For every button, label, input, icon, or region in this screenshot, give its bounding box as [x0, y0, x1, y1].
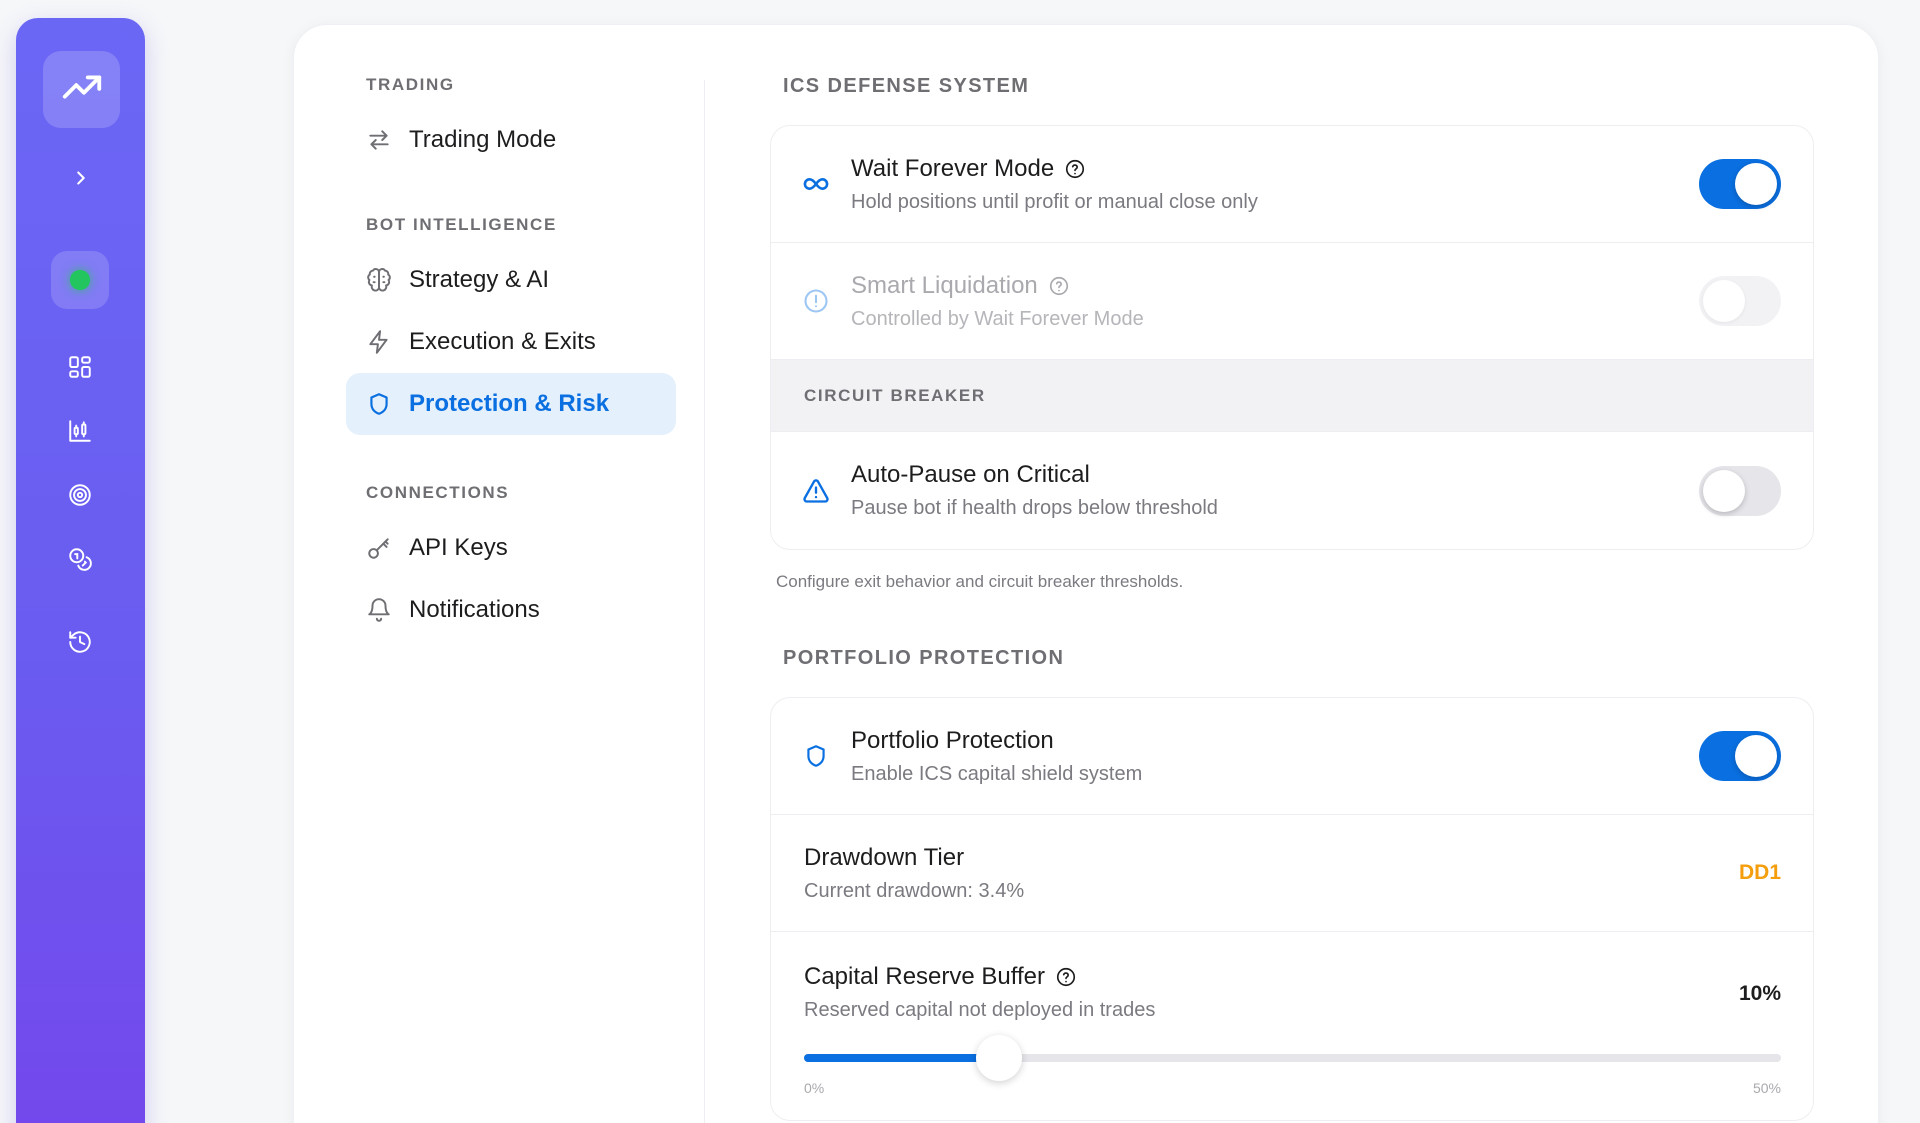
dashboard-grid-icon	[67, 354, 93, 385]
shield-icon	[365, 390, 393, 418]
slider-thumb[interactable]	[976, 1035, 1023, 1081]
nav-divider	[704, 80, 705, 1123]
toggle-knob	[1703, 469, 1745, 512]
setting-portfolio-protection: Portfolio Protection Enable ICS capital …	[771, 698, 1813, 815]
wait-forever-toggle[interactable]	[1699, 159, 1781, 209]
section-title-ics: ICS DEFENSE SYSTEM	[783, 75, 1030, 97]
shield-icon	[801, 741, 831, 771]
help-icon[interactable]	[1048, 275, 1070, 297]
nav-item-label: Trading Mode	[409, 126, 557, 153]
nav-item-label: Notifications	[409, 596, 540, 623]
ics-settings-group: Wait Forever Mode Hold positions until p…	[770, 125, 1814, 550]
nav-item-label: Protection & Risk	[409, 390, 610, 417]
nav-section-trading: TRADING	[366, 75, 455, 94]
capital-reserve-slider[interactable]	[804, 1035, 1781, 1081]
setting-subtitle: Pause bot if health drops below threshol…	[851, 497, 1218, 519]
trending-up-icon	[59, 64, 105, 115]
nav-item-strategy-ai[interactable]: Strategy & AI	[346, 249, 676, 311]
slider-max-label: 50%	[1752, 1080, 1781, 1096]
setting-title: Capital Reserve Buffer	[804, 963, 1046, 990]
nav-history[interactable]	[61, 625, 99, 663]
settings-card: TRADING Trading Mode BOT INTELLIGENCE St…	[293, 24, 1879, 1123]
setting-title: Auto-Pause on Critical	[851, 461, 1090, 488]
sidebar-expand-button[interactable]	[65, 164, 97, 196]
section-note: Configure exit behavior and circuit brea…	[776, 572, 1184, 591]
drawdown-tier-badge: DD1	[1738, 861, 1781, 884]
auto-pause-toggle[interactable]	[1699, 465, 1781, 516]
bot-status-indicator[interactable]	[51, 251, 109, 309]
setting-capital-reserve: Capital Reserve Buffer Reserved capital …	[771, 932, 1813, 1120]
brain-icon	[365, 266, 393, 294]
circuit-breaker-header: CIRCUIT BREAKER	[771, 360, 1813, 432]
chart-bars-icon	[67, 418, 93, 449]
settings-content: ICS DEFENSE SYSTEM Wait Forever Mode Hol…	[770, 75, 1814, 1121]
infinity-icon	[801, 169, 831, 199]
setting-subtitle: Enable ICS capital shield system	[851, 763, 1143, 785]
nav-targets[interactable]	[61, 478, 99, 516]
target-icon	[67, 482, 93, 513]
nav-item-api-keys[interactable]: API Keys	[346, 517, 676, 579]
smart-liquidation-toggle[interactable]	[1699, 276, 1781, 326]
setting-title: Drawdown Tier	[804, 844, 965, 871]
nav-section-connections: CONNECTIONS	[366, 483, 510, 502]
toggle-knob	[1703, 280, 1745, 322]
nav-item-protection-risk[interactable]: Protection & Risk	[346, 373, 676, 435]
setting-subtitle: Controlled by Wait Forever Mode	[851, 308, 1144, 330]
history-icon	[67, 629, 93, 660]
warning-triangle-icon	[801, 476, 831, 506]
nav-section-bot-intelligence: BOT INTELLIGENCE	[366, 215, 557, 234]
slider-fill	[804, 1054, 1000, 1062]
toggle-knob	[1735, 163, 1777, 205]
slider-min-label: 0%	[804, 1080, 825, 1096]
setting-title: Wait Forever Mode	[851, 155, 1055, 182]
coins-icon	[67, 546, 93, 577]
setting-subtitle: Hold positions until profit or manual cl…	[851, 191, 1258, 213]
setting-drawdown-tier: Drawdown Tier Current drawdown: 3.4% DD1	[771, 815, 1813, 932]
portfolio-protection-toggle[interactable]	[1699, 731, 1781, 781]
lightning-icon	[365, 328, 393, 356]
nav-item-label: Strategy & AI	[409, 266, 550, 293]
setting-subtitle: Reserved capital not deployed in trades	[804, 999, 1156, 1021]
status-online-dot	[70, 270, 90, 290]
portfolio-settings-group: Portfolio Protection Enable ICS capital …	[770, 697, 1814, 1121]
setting-auto-pause: Auto-Pause on Critical Pause bot if heal…	[771, 432, 1813, 549]
section-title-portfolio: PORTFOLIO PROTECTION	[783, 647, 1065, 669]
nav-dashboard[interactable]	[61, 350, 99, 388]
toggle-knob	[1735, 735, 1777, 777]
nav-item-label: Execution & Exits	[409, 328, 596, 355]
nav-item-label: API Keys	[409, 534, 508, 561]
alert-circle-icon	[801, 286, 831, 316]
settings-nav: TRADING Trading Mode BOT INTELLIGENCE St…	[346, 75, 676, 641]
capital-reserve-value: 10%	[1738, 982, 1781, 1005]
chevron-right-icon	[70, 167, 92, 194]
setting-subtitle: Current drawdown: 3.4%	[804, 880, 1025, 902]
setting-title: Portfolio Protection	[851, 727, 1054, 754]
setting-smart-liquidation: Smart Liquidation Controlled by Wait For…	[771, 243, 1813, 360]
nav-item-execution-exits[interactable]: Execution & Exits	[346, 311, 676, 373]
key-icon	[365, 534, 393, 562]
setting-title: Smart Liquidation	[851, 272, 1038, 299]
nav-item-notifications[interactable]: Notifications	[346, 579, 676, 641]
nav-item-trading-mode[interactable]: Trading Mode	[346, 109, 676, 171]
app-logo[interactable]	[43, 51, 120, 128]
nav-coins[interactable]	[61, 542, 99, 580]
app-sidebar	[16, 18, 145, 1123]
bell-icon	[365, 596, 393, 624]
setting-wait-forever: Wait Forever Mode Hold positions until p…	[771, 126, 1813, 243]
nav-charts[interactable]	[61, 414, 99, 452]
swap-arrows-icon	[365, 126, 393, 154]
help-icon[interactable]	[1055, 966, 1077, 988]
help-icon[interactable]	[1064, 158, 1086, 180]
